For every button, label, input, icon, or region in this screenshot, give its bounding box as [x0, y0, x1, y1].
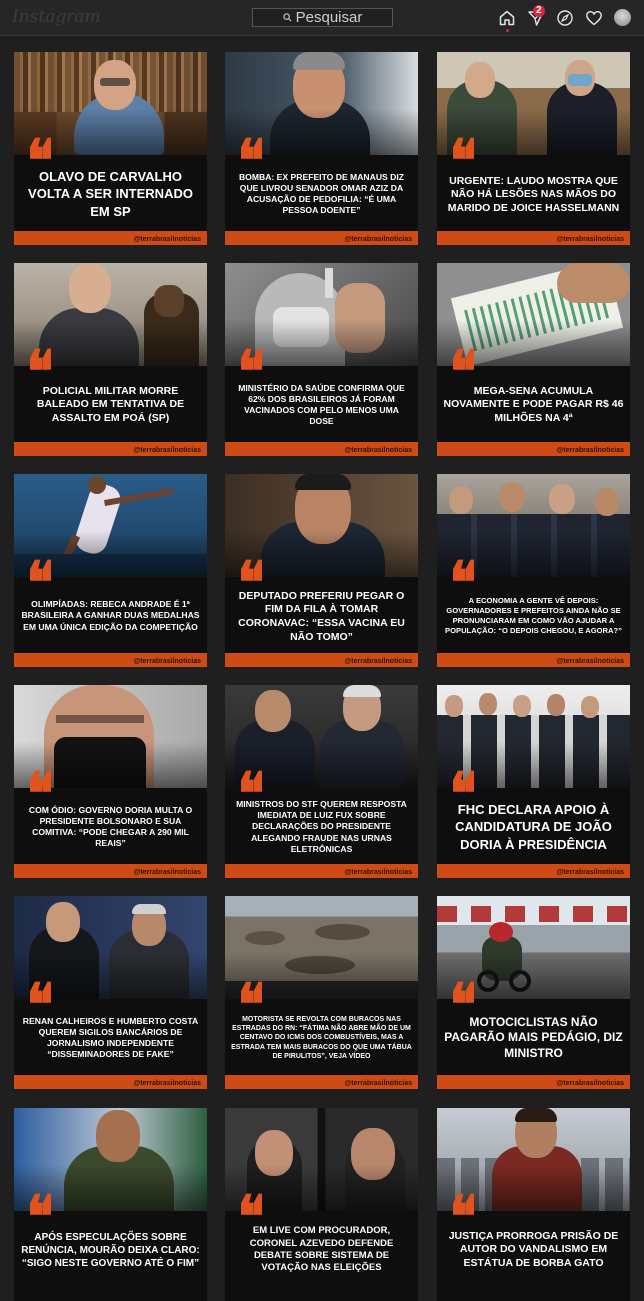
- post-headline: COM ÓDIO: GOVERNO DORIA MULTA O PRESIDEN…: [28, 804, 193, 849]
- post-handle: @terrabrasilnoticias: [556, 1080, 624, 1087]
- post-tile[interactable]: ❝ MOTORISTA SE REVOLTA COM BURACOS NAS E…: [225, 896, 418, 1089]
- post-handle: @terrabrasilnoticias: [556, 447, 624, 454]
- post-handle: @terrabrasilnoticias: [133, 658, 201, 665]
- post-footer-bar: @terrabrasilnoticias: [437, 231, 630, 245]
- post-footer-bar: @terrabrasilnoticias: [225, 231, 418, 245]
- post-headline: URGENTE: LAUDO MOSTRA QUE NÃO HÁ LESÕES …: [447, 174, 620, 214]
- notification-badge: 2: [533, 5, 545, 17]
- post-footer-bar: @terrabrasilnoticias: [437, 864, 630, 878]
- search-placeholder: Pesquisar: [295, 9, 363, 26]
- post-footer-bar: @terrabrasilnoticias: [225, 1075, 418, 1089]
- active-indicator-dot: [506, 29, 509, 32]
- post-handle: @terrabrasilnoticias: [133, 1080, 201, 1087]
- instagram-logo[interactable]: Instagram: [12, 7, 101, 27]
- post-footer-bar: @terrabrasilnoticias: [14, 1075, 207, 1089]
- post-tile[interactable]: ❝ JUSTIÇA PRORROGA PRISÃO DE AUTOR DO VA…: [437, 1108, 630, 1301]
- top-navigation-bar: Instagram Pesquisar 2: [0, 0, 644, 36]
- post-handle: @terrabrasilnoticias: [556, 869, 624, 876]
- post-tile[interactable]: ❝ MINISTROS DO STF QUEREM RESPOSTA IMEDI…: [225, 685, 418, 878]
- post-tile[interactable]: ❝ BOMBA: EX PREFEITO DE MANAUS DIZ QUE L…: [225, 52, 418, 245]
- activity-heart-icon[interactable]: [585, 9, 603, 27]
- post-tile[interactable]: ❝ APÓS ESPECULAÇÕES SOBRE RENÚNCIA, MOUR…: [14, 1108, 207, 1301]
- post-headline: RENAN CALHEIROS E HUMBERTO COSTA QUEREM …: [22, 1015, 199, 1060]
- post-footer-bar: @terrabrasilnoticias: [225, 442, 418, 456]
- post-footer-bar: @terrabrasilnoticias: [14, 653, 207, 667]
- post-headline: BOMBA: EX PREFEITO DE MANAUS DIZ QUE LIV…: [238, 171, 405, 216]
- post-headline: DEPUTADO PREFERIU PEGAR O FIM DA FILA À …: [238, 589, 405, 643]
- post-tile[interactable]: ❝ DEPUTADO PREFERIU PEGAR O FIM DA FILA …: [225, 474, 418, 667]
- explore-compass-icon[interactable]: [556, 9, 574, 27]
- post-handle: @terrabrasilnoticias: [133, 869, 201, 876]
- post-headline: MEGA-SENA ACUMULA NOVAMENTE E PODE PAGAR…: [443, 384, 624, 424]
- post-headline: MINISTROS DO STF QUEREM RESPOSTA IMEDIAT…: [236, 799, 407, 854]
- post-headline: MOTORISTA SE REVOLTA COM BURACOS NAS EST…: [231, 1016, 412, 1060]
- post-handle: @terrabrasilnoticias: [344, 1080, 412, 1087]
- post-handle: @terrabrasilnoticias: [344, 658, 412, 665]
- post-tile[interactable]: ❝ URGENTE: LAUDO MOSTRA QUE NÃO HÁ LESÕE…: [437, 52, 630, 245]
- post-tile[interactable]: ❝ MEGA-SENA ACUMULA NOVAMENTE E PODE PAG…: [437, 263, 630, 456]
- post-tile[interactable]: ❝ FHC DECLARA APOIO À CANDIDATURA DE JOÃ…: [437, 685, 630, 878]
- post-tile[interactable]: ❝ POLICIAL MILITAR MORRE BALEADO EM TENT…: [14, 263, 207, 456]
- post-headline: POLICIAL MILITAR MORRE BALEADO EM TENTAT…: [36, 384, 185, 424]
- post-tile[interactable]: ❝ OLAVO DE CARVALHO VOLTA A SER INTERNAD…: [14, 52, 207, 245]
- search-icon: [282, 13, 292, 22]
- post-handle: @terrabrasilnoticias: [556, 236, 624, 243]
- post-tile[interactable]: ❝ A ECONOMIA A GENTE VÊ DEPOIS: GOVERNAD…: [437, 474, 630, 667]
- post-tile[interactable]: ❝ RENAN CALHEIROS E HUMBERTO COSTA QUERE…: [14, 896, 207, 1089]
- post-footer-bar: @terrabrasilnoticias: [437, 1075, 630, 1089]
- post-headline: APÓS ESPECULAÇÕES SOBRE RENÚNCIA, MOURÃO…: [21, 1231, 200, 1269]
- post-footer-bar: @terrabrasilnoticias: [14, 442, 207, 456]
- post-tile[interactable]: ❝ MINISTÉRIO DA SAÚDE CONFIRMA QUE 62% D…: [225, 263, 418, 456]
- post-handle: @terrabrasilnoticias: [133, 236, 201, 243]
- profile-avatar[interactable]: [614, 9, 631, 26]
- post-headline: MINISTÉRIO DA SAÚDE CONFIRMA QUE 62% DOS…: [238, 382, 405, 427]
- post-footer-bar: @terrabrasilnoticias: [437, 442, 630, 456]
- post-footer-bar: @terrabrasilnoticias: [14, 864, 207, 878]
- post-headline: MOTOCICLISTAS NÃO PAGARÃO MAIS PEDÁGIO, …: [444, 1014, 623, 1060]
- post-handle: @terrabrasilnoticias: [133, 447, 201, 454]
- post-tile[interactable]: ❝ EM LIVE COM PROCURADOR, CORONEL AZEVED…: [225, 1108, 418, 1301]
- post-headline: A ECONOMIA A GENTE VÊ DEPOIS: GOVERNADOR…: [445, 596, 622, 635]
- post-footer-bar: @terrabrasilnoticias: [225, 653, 418, 667]
- post-tile[interactable]: ❝ MOTOCICLISTAS NÃO PAGARÃO MAIS PEDÁGIO…: [437, 896, 630, 1089]
- post-handle: @terrabrasilnoticias: [556, 658, 624, 665]
- post-headline: OLIMPÍADAS: REBECA ANDRADE É 1ª BRASILEI…: [21, 599, 200, 632]
- post-footer-bar: @terrabrasilnoticias: [225, 864, 418, 878]
- post-headline: OLAVO DE CARVALHO VOLTA A SER INTERNADO …: [28, 169, 193, 219]
- post-handle: @terrabrasilnoticias: [344, 236, 412, 243]
- post-footer-bar: @terrabrasilnoticias: [437, 653, 630, 667]
- post-tile[interactable]: ❝ OLIMPÍADAS: REBECA ANDRADE É 1ª BRASIL…: [14, 474, 207, 667]
- post-headline: JUSTIÇA PRORROGA PRISÃO DE AUTOR DO VAND…: [448, 1229, 619, 1269]
- post-headline: FHC DECLARA APOIO À CANDIDATURA DE JOÃO …: [455, 802, 612, 852]
- post-tile[interactable]: ❝ COM ÓDIO: GOVERNO DORIA MULTA O PRESID…: [14, 685, 207, 878]
- post-headline: EM LIVE COM PROCURADOR, CORONEL AZEVEDO …: [249, 1225, 394, 1274]
- search-input[interactable]: Pesquisar: [252, 8, 393, 27]
- home-icon[interactable]: [498, 9, 516, 27]
- post-handle: @terrabrasilnoticias: [344, 447, 412, 454]
- post-footer-bar: @terrabrasilnoticias: [14, 231, 207, 245]
- post-handle: @terrabrasilnoticias: [344, 869, 412, 876]
